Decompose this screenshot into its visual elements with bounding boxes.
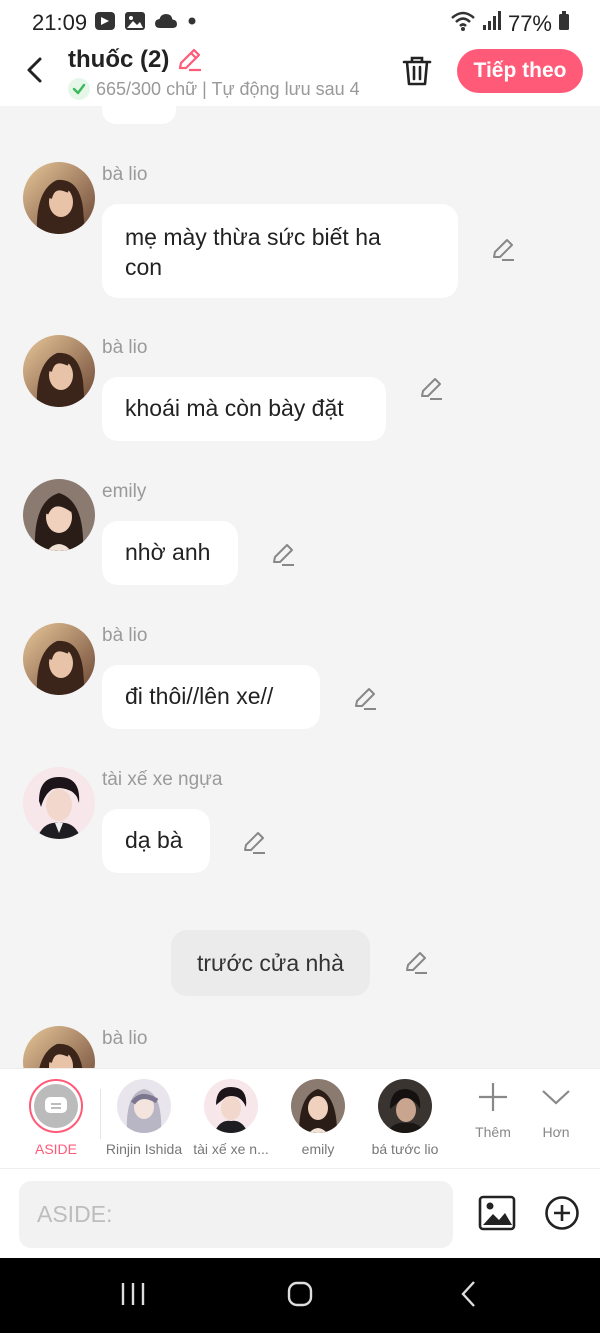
character-emily[interactable]: emily bbox=[273, 1079, 363, 1157]
delete-button[interactable] bbox=[400, 54, 434, 88]
avatar bbox=[204, 1079, 258, 1133]
character-tai-xe[interactable]: tài xế xe n... bbox=[186, 1079, 276, 1157]
save-status: 665/300 chữ | Tự động lưu sau 4 bbox=[68, 78, 376, 100]
chat-header: thuốc (2) 665/300 chữ | Tự động lưu sau … bbox=[0, 44, 600, 106]
message-bubble[interactable]: nhờ anh bbox=[102, 521, 238, 585]
avatar[interactable] bbox=[23, 623, 95, 695]
back-icon bbox=[461, 1281, 475, 1307]
character-label: tài xế xe n... bbox=[193, 1141, 269, 1157]
message-bubble-partial[interactable] bbox=[102, 106, 176, 124]
edit-message-button[interactable] bbox=[351, 685, 379, 713]
status-time: 21:09 bbox=[32, 10, 88, 35]
battery-level: 77% bbox=[507, 11, 552, 36]
avatar[interactable] bbox=[23, 479, 95, 551]
character-label: ASIDE bbox=[34, 1141, 77, 1157]
plus-icon bbox=[479, 1083, 507, 1111]
signal-icon bbox=[482, 10, 502, 38]
save-status-text: 665/300 chữ | Tự động lưu sau 4 bbox=[96, 78, 360, 99]
message-text: khoái mà còn bày đặt bbox=[125, 395, 344, 421]
character-aside[interactable]: ASIDE bbox=[11, 1079, 101, 1157]
edit-message-button[interactable] bbox=[240, 829, 268, 857]
sender-name: bà lio bbox=[102, 625, 148, 646]
next-button[interactable]: Tiếp theo bbox=[457, 49, 583, 93]
message-text: nhờ anh bbox=[125, 539, 211, 565]
media-notification-icon bbox=[94, 10, 116, 32]
edit-message-button[interactable] bbox=[269, 541, 297, 569]
recent-apps-button[interactable] bbox=[119, 1280, 147, 1313]
character-label: Rinjin Ishida bbox=[105, 1141, 183, 1157]
image-icon bbox=[478, 1195, 516, 1231]
system-back-button[interactable] bbox=[456, 1280, 484, 1313]
character-label: emily bbox=[301, 1141, 335, 1157]
collapse-label: Hơn bbox=[542, 1124, 570, 1140]
dot-notification-icon bbox=[186, 10, 198, 32]
insert-image-button[interactable] bbox=[478, 1194, 516, 1232]
add-character-label: Thêm bbox=[475, 1124, 511, 1140]
add-button[interactable] bbox=[544, 1195, 580, 1231]
status-bar: 21:09 77% bbox=[0, 0, 600, 44]
notification-icons bbox=[94, 10, 198, 32]
input-bar bbox=[0, 1168, 600, 1258]
avatar[interactable] bbox=[23, 335, 95, 407]
message-bubble[interactable]: khoái mà còn bày đặt bbox=[102, 377, 386, 441]
add-character-button[interactable]: Thêm bbox=[463, 1081, 523, 1140]
pencil-icon bbox=[355, 688, 376, 710]
back-button[interactable] bbox=[20, 54, 52, 86]
checkmark-icon bbox=[68, 78, 90, 100]
edit-message-button[interactable] bbox=[417, 375, 445, 403]
pencil-icon bbox=[406, 952, 427, 974]
avatar[interactable] bbox=[23, 162, 95, 234]
system-nav-bar bbox=[0, 1258, 600, 1333]
home-button[interactable] bbox=[286, 1280, 314, 1313]
cloud-notification-icon bbox=[154, 10, 178, 32]
sender-name: emily bbox=[102, 481, 147, 502]
character-label: bá tước lio bbox=[371, 1141, 439, 1157]
pencil-icon bbox=[244, 832, 265, 854]
plus-circle-icon bbox=[545, 1196, 579, 1230]
pencil-icon bbox=[273, 544, 294, 566]
sender-name: bà lio bbox=[102, 337, 148, 358]
message-text: dạ bà bbox=[125, 827, 183, 853]
home-icon bbox=[287, 1281, 313, 1307]
pencil-icon[interactable] bbox=[175, 46, 203, 74]
avatar[interactable] bbox=[23, 767, 95, 839]
narration-bubble[interactable]: trước cửa nhà bbox=[171, 930, 370, 996]
message-text: đi thôi//lên xe// bbox=[125, 683, 274, 709]
avatar[interactable] bbox=[23, 1026, 95, 1068]
edit-message-button[interactable] bbox=[489, 236, 517, 264]
message-bubble[interactable]: dạ bà bbox=[102, 809, 210, 873]
message-input[interactable] bbox=[19, 1181, 453, 1248]
character-ba-tuoc-lio[interactable]: bá tước lio bbox=[360, 1079, 450, 1157]
gallery-notification-icon bbox=[124, 10, 146, 32]
avatar bbox=[117, 1079, 171, 1133]
sender-name: tài xế xe ngựa bbox=[102, 769, 223, 790]
avatar bbox=[378, 1079, 432, 1133]
battery-icon bbox=[558, 11, 570, 37]
message-text-line: mẹ mày thừa sức biết ha bbox=[125, 224, 381, 250]
pencil-icon bbox=[493, 239, 514, 261]
sender-name: bà lio bbox=[102, 164, 148, 185]
recents-icon bbox=[121, 1283, 145, 1305]
edit-narration-button[interactable] bbox=[402, 949, 430, 977]
aside-icon bbox=[34, 1084, 78, 1128]
pencil-icon bbox=[421, 378, 442, 400]
story-title-text: thuốc (2) bbox=[68, 46, 170, 73]
chevron-down-icon bbox=[542, 1090, 570, 1105]
message-bubble[interactable]: đi thôi//lên xe// bbox=[102, 665, 320, 729]
message-text-line: con bbox=[125, 254, 163, 280]
chevron-left-icon bbox=[27, 57, 42, 83]
trash-icon bbox=[402, 56, 432, 86]
narration-text: trước cửa nhà bbox=[197, 949, 344, 976]
character-rinjin-ishida[interactable]: Rinjin Ishida bbox=[99, 1079, 189, 1157]
avatar bbox=[291, 1079, 345, 1133]
character-bar: ASIDE Rinjin Ishida tài xế xe n... emily… bbox=[0, 1068, 600, 1168]
wifi-icon bbox=[450, 10, 476, 38]
message-bubble[interactable]: mẹ mày thừa sức biết ha con bbox=[102, 204, 458, 298]
sender-name: bà lio bbox=[102, 1028, 148, 1049]
collapse-button[interactable]: Hơn bbox=[526, 1081, 586, 1140]
story-title[interactable]: thuốc (2) bbox=[68, 46, 203, 74]
chat-area[interactable]: bà lio mẹ mày thừa sức biết ha con bà li… bbox=[0, 106, 600, 1068]
